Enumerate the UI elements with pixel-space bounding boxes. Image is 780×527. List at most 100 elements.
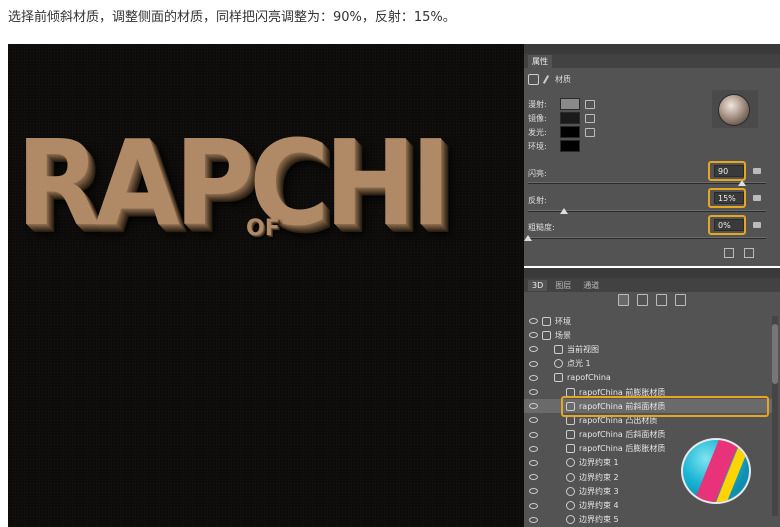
material-icon [566,444,575,454]
shine-slider-track[interactable] [528,182,766,184]
tree-item[interactable]: 场景 [524,328,772,342]
shine-highlight [708,161,746,181]
tree-item-label: rapofChina 后膨胀材质 [579,444,666,454]
visibility-eye-icon[interactable] [529,318,538,325]
diffuse-label: 漫射: [528,99,547,109]
visibility-eye-icon[interactable] [529,459,538,466]
whole-scene-filter-icon[interactable] [618,294,629,306]
visibility-eye-icon[interactable] [529,346,538,353]
shine-label: 闪亮: [528,169,547,178]
reflection-folder-icon[interactable] [753,195,761,201]
specular-folder-icon[interactable] [585,113,595,123]
tree-item-label: 边界约束 1 [579,458,619,468]
constraint-icon [566,486,575,496]
visibility-eye-icon[interactable] [529,417,538,424]
environment-icon [542,316,551,326]
material-mode-icon[interactable] [528,74,539,85]
3d-small-text: OF [246,216,280,241]
material-sphere-preview[interactable] [718,94,750,126]
tree-item[interactable]: 环境 [524,314,772,328]
mode-row: 材质 [528,74,571,85]
tree-item[interactable]: 边界约束 5 [524,513,772,527]
brush-icon[interactable] [542,75,550,84]
tree-item[interactable]: rapofChina 后斜面材质 [524,428,772,442]
visibility-eye-icon[interactable] [529,516,538,523]
roughness-folder-icon[interactable] [753,222,761,228]
3d-filter-toolbar [618,294,686,306]
constraint-icon [566,458,575,468]
mesh-filter-icon[interactable] [637,294,648,306]
tree-item-label: 场景 [555,330,571,340]
roughness-label: 粗糙度: [528,223,555,232]
visibility-eye-icon[interactable] [529,445,538,452]
visibility-eye-icon[interactable] [529,474,538,481]
shine-folder-icon[interactable] [753,168,761,174]
reflection-slider-thumb[interactable] [559,208,568,214]
light-filter-icon[interactable] [675,294,686,306]
3d-panel-tabs: 3D 图层 通道 [524,278,780,292]
tab-layers[interactable]: 图层 [551,279,575,292]
scrollbar-thumb[interactable] [772,324,778,384]
selected-layer-highlight [561,396,769,417]
tree-item-label: 当前视图 [567,344,599,354]
visibility-eye-icon[interactable] [529,374,538,381]
tree-item[interactable]: 边界约束 4 [524,498,772,512]
material-filter-icon[interactable] [656,294,667,306]
diffuse-swatch[interactable] [560,98,580,110]
roughness-slider-thumb[interactable] [524,235,532,241]
reflection-label: 反射: [528,196,547,205]
tree-item-label: rapofChina [567,373,611,383]
tab-3d[interactable]: 3D [528,279,548,291]
roughness-highlight [708,215,746,235]
camera-icon [554,344,563,354]
tree-item[interactable]: 当前视图 [524,342,772,356]
glow-swatch[interactable] [560,126,580,138]
tab-channels[interactable]: 通道 [579,279,603,292]
panel-footer-icons [724,248,754,258]
tab-properties[interactable]: 属性 [528,54,552,68]
light-icon [554,359,563,369]
watermark-logo [681,438,751,504]
visibility-eye-icon[interactable] [529,360,538,367]
ambient-label: 环境: [528,141,547,151]
visibility-eye-icon[interactable] [529,502,538,509]
glow-folder-icon[interactable] [585,127,595,137]
glow-label: 发光: [528,127,547,137]
tree-item[interactable]: 点光 1 [524,357,772,371]
ambient-swatch[interactable] [560,140,580,152]
ambient-row: 环境: [528,140,580,152]
mode-label: 材质 [555,75,571,84]
constraint-icon [566,472,575,482]
properties-panel: 属性 材质 漫射: 镜像: 发光: 环境: 闪亮: 90 反射: 15% 粗糙度… [524,44,780,266]
visibility-eye-icon[interactable] [529,431,538,438]
scene-icon [542,330,551,340]
document-canvas[interactable]: RAPCHI OF [8,44,524,527]
render-icon[interactable] [724,248,734,258]
specular-row: 镜像: [528,112,595,124]
tree-item-label: rapofChina 后斜面材质 [579,430,666,440]
tree-item-label: 边界约束 2 [579,472,619,482]
diffuse-row: 漫射: [528,98,595,110]
specular-label: 镜像: [528,113,547,123]
visibility-eye-icon[interactable] [529,389,538,396]
panel-top-bar [524,44,780,54]
tree-item[interactable]: rapofChina [524,371,772,385]
tree-item-label: 点光 1 [567,359,591,369]
tree-item-label: 环境 [555,316,571,326]
visibility-eye-icon[interactable] [529,332,538,339]
reflection-highlight [708,188,746,208]
properties-tabs: 属性 [524,54,780,68]
tree-item-label: 边界约束 4 [579,501,619,511]
visibility-eye-icon[interactable] [529,488,538,495]
mesh-icon [554,373,563,383]
constraint-icon [566,501,575,511]
diffuse-texture-icon[interactable] [585,99,595,109]
instruction-caption: 选择前倾斜材质，调整侧面的材质，同样把闪亮调整为：90%，反射：15%。 [8,10,456,25]
scrollbar[interactable] [772,316,778,516]
3d-headline-text: RAPCHI [16,114,451,252]
trash-icon[interactable] [744,248,754,258]
visibility-eye-icon[interactable] [529,403,538,410]
specular-swatch[interactable] [560,112,580,124]
roughness-slider-track[interactable] [528,237,766,239]
material-icon [566,430,575,440]
